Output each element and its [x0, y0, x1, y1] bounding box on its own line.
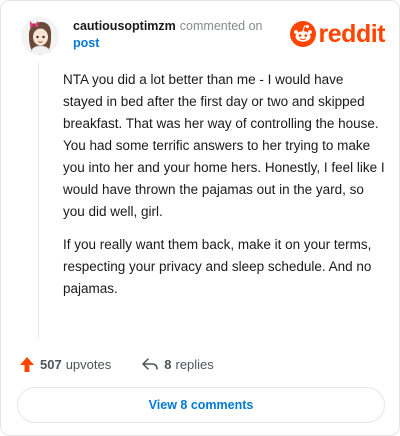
comment-meta: cautiousoptimzm commented on post — [73, 18, 262, 51]
commented-on-text: commented on — [179, 19, 263, 33]
user-avatar[interactable] — [21, 17, 59, 55]
thread-line[interactable] — [38, 63, 39, 339]
comment-body: NTA you did a lot better than me - I wou… — [63, 69, 385, 311]
comment-paragraph: NTA you did a lot better than me - I wou… — [63, 72, 385, 219]
reply-count: 8 — [164, 356, 172, 372]
reddit-wordmark: reddit — [318, 19, 386, 48]
view-comments-button[interactable]: View 8 comments — [17, 387, 385, 423]
reply-button[interactable]: 8 replies — [141, 357, 214, 372]
comment-card: cautiousoptimzm commented on post reddit … — [0, 0, 400, 436]
comment-paragraph: If you really want them back, make it on… — [63, 237, 372, 296]
reddit-snoo-icon — [289, 21, 316, 47]
upvote-count: 507 — [40, 356, 62, 372]
reply-arrow-icon — [142, 358, 158, 370]
comment-header: cautiousoptimzm commented on post reddit — [17, 15, 387, 55]
upvote-button[interactable]: 507 upvotes — [19, 356, 111, 373]
username[interactable]: cautiousoptimzm — [73, 19, 176, 33]
reply-label: replies — [175, 356, 214, 372]
post-link[interactable]: post — [73, 35, 262, 51]
upvote-arrow-icon — [20, 356, 34, 372]
reddit-logo: reddit — [289, 19, 386, 48]
comment-actions: 507 upvotes 8 replies — [19, 353, 214, 375]
upvote-label: upvotes — [65, 356, 112, 372]
